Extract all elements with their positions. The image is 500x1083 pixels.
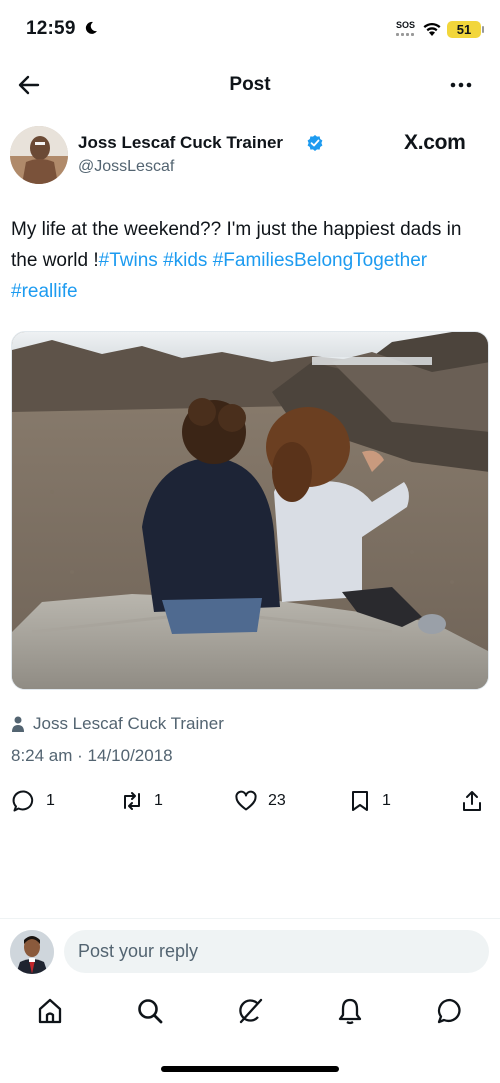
repost-icon: [124, 792, 140, 810]
signal-dots: [396, 33, 416, 36]
repost-count: 1: [154, 792, 163, 809]
bottom-nav: [0, 994, 500, 1034]
person-icon: [12, 716, 24, 732]
post-header: Post: [0, 64, 500, 106]
verified-badge-icon: [307, 135, 323, 151]
author-name[interactable]: Joss Lescaf Cuck Trainer: [78, 133, 283, 153]
heart-icon: [235, 790, 257, 811]
status-bar: 12:59 SOS 51: [0, 0, 500, 60]
reply-placeholder: Post your reply: [78, 941, 199, 961]
reply-count: 1: [46, 792, 55, 809]
sos-label: SOS: [396, 20, 416, 30]
hashtag-link[interactable]: #reallife: [11, 281, 78, 302]
bookmark-button[interactable]: 1: [348, 786, 391, 816]
author-avatar[interactable]: [10, 126, 68, 184]
post-photo[interactable]: [11, 331, 489, 690]
bell-icon[interactable]: [335, 996, 365, 1026]
hashtag-link[interactable]: #FamiliesBelongTogether: [213, 250, 427, 271]
message-icon[interactable]: [435, 996, 465, 1026]
comment-icon: [12, 790, 34, 812]
hashtag-link[interactable]: #kids: [163, 250, 207, 271]
bookmark-icon: [352, 791, 368, 811]
battery-indicator: 51: [447, 21, 481, 38]
home-indicator[interactable]: [161, 1066, 339, 1072]
repost-button[interactable]: 1: [120, 786, 163, 816]
divider: [0, 918, 500, 919]
post-text: My life at the weekend?? I'm just the ha…: [11, 214, 489, 307]
home-icon[interactable]: [35, 996, 65, 1026]
bookmark-count: 1: [382, 792, 391, 809]
user-avatar[interactable]: [10, 930, 54, 974]
search-icon[interactable]: [135, 996, 165, 1026]
moon-icon: [85, 21, 97, 34]
attribution-name: Joss Lescaf Cuck Trainer: [33, 714, 224, 733]
grok-icon[interactable]: [235, 996, 265, 1026]
author-handle[interactable]: @JossLescaf: [78, 158, 174, 176]
hashtag-link[interactable]: #Twins: [99, 250, 158, 271]
reply-input[interactable]: Post your reply: [64, 930, 489, 973]
page-title: Post: [229, 74, 271, 95]
status-time: 12:59: [26, 18, 76, 39]
post-timestamp[interactable]: 8:24 am · 14/10/2018: [11, 746, 173, 766]
like-count: 23: [268, 792, 286, 809]
battery-nub: [482, 26, 484, 33]
more-horizontal-icon[interactable]: [446, 74, 476, 96]
source-label: X.com: [404, 131, 466, 154]
like-button[interactable]: 23: [234, 786, 286, 816]
post-author: Joss Lescaf Cuck Trainer @JossLescaf X.c…: [10, 124, 490, 186]
wifi-icon: [423, 22, 441, 36]
share-icon: [463, 791, 481, 811]
battery-level: 51: [456, 22, 472, 37]
post-actions: 1 1 23 1: [10, 786, 490, 816]
post-attribution[interactable]: Joss Lescaf Cuck Trainer: [11, 713, 224, 735]
share-button[interactable]: [460, 786, 494, 816]
reply-button[interactable]: 1: [12, 786, 55, 816]
